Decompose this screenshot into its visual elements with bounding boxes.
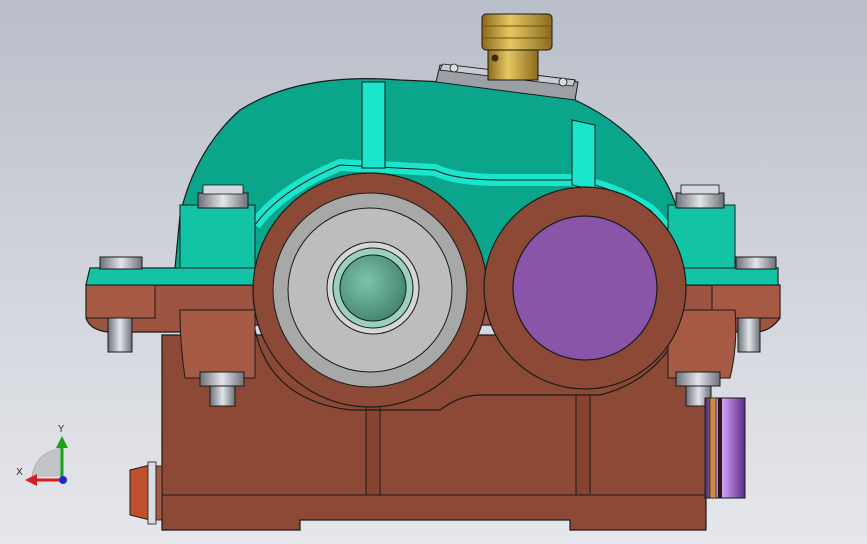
breather-plug[interactable] <box>481 13 553 81</box>
y-axis-arrow-icon <box>56 436 68 448</box>
z-axis-dot-icon <box>59 476 67 484</box>
flange-bolt-right-top[interactable] <box>675 184 725 209</box>
flange-bolt-left-top[interactable] <box>197 184 249 209</box>
drain-plug[interactable] <box>129 461 163 525</box>
output-shaft-seal[interactable] <box>704 397 746 499</box>
gearbox-model[interactable] <box>0 0 867 544</box>
x-axis-label: X <box>16 467 23 478</box>
y-axis-label: Y <box>58 424 65 435</box>
x-axis-arrow-icon <box>25 474 37 486</box>
input-bearing[interactable] <box>252 172 488 408</box>
output-bearing-cap[interactable] <box>483 186 687 390</box>
cad-viewport[interactable]: Y X <box>0 0 867 544</box>
view-orientation-triad[interactable] <box>25 436 68 486</box>
